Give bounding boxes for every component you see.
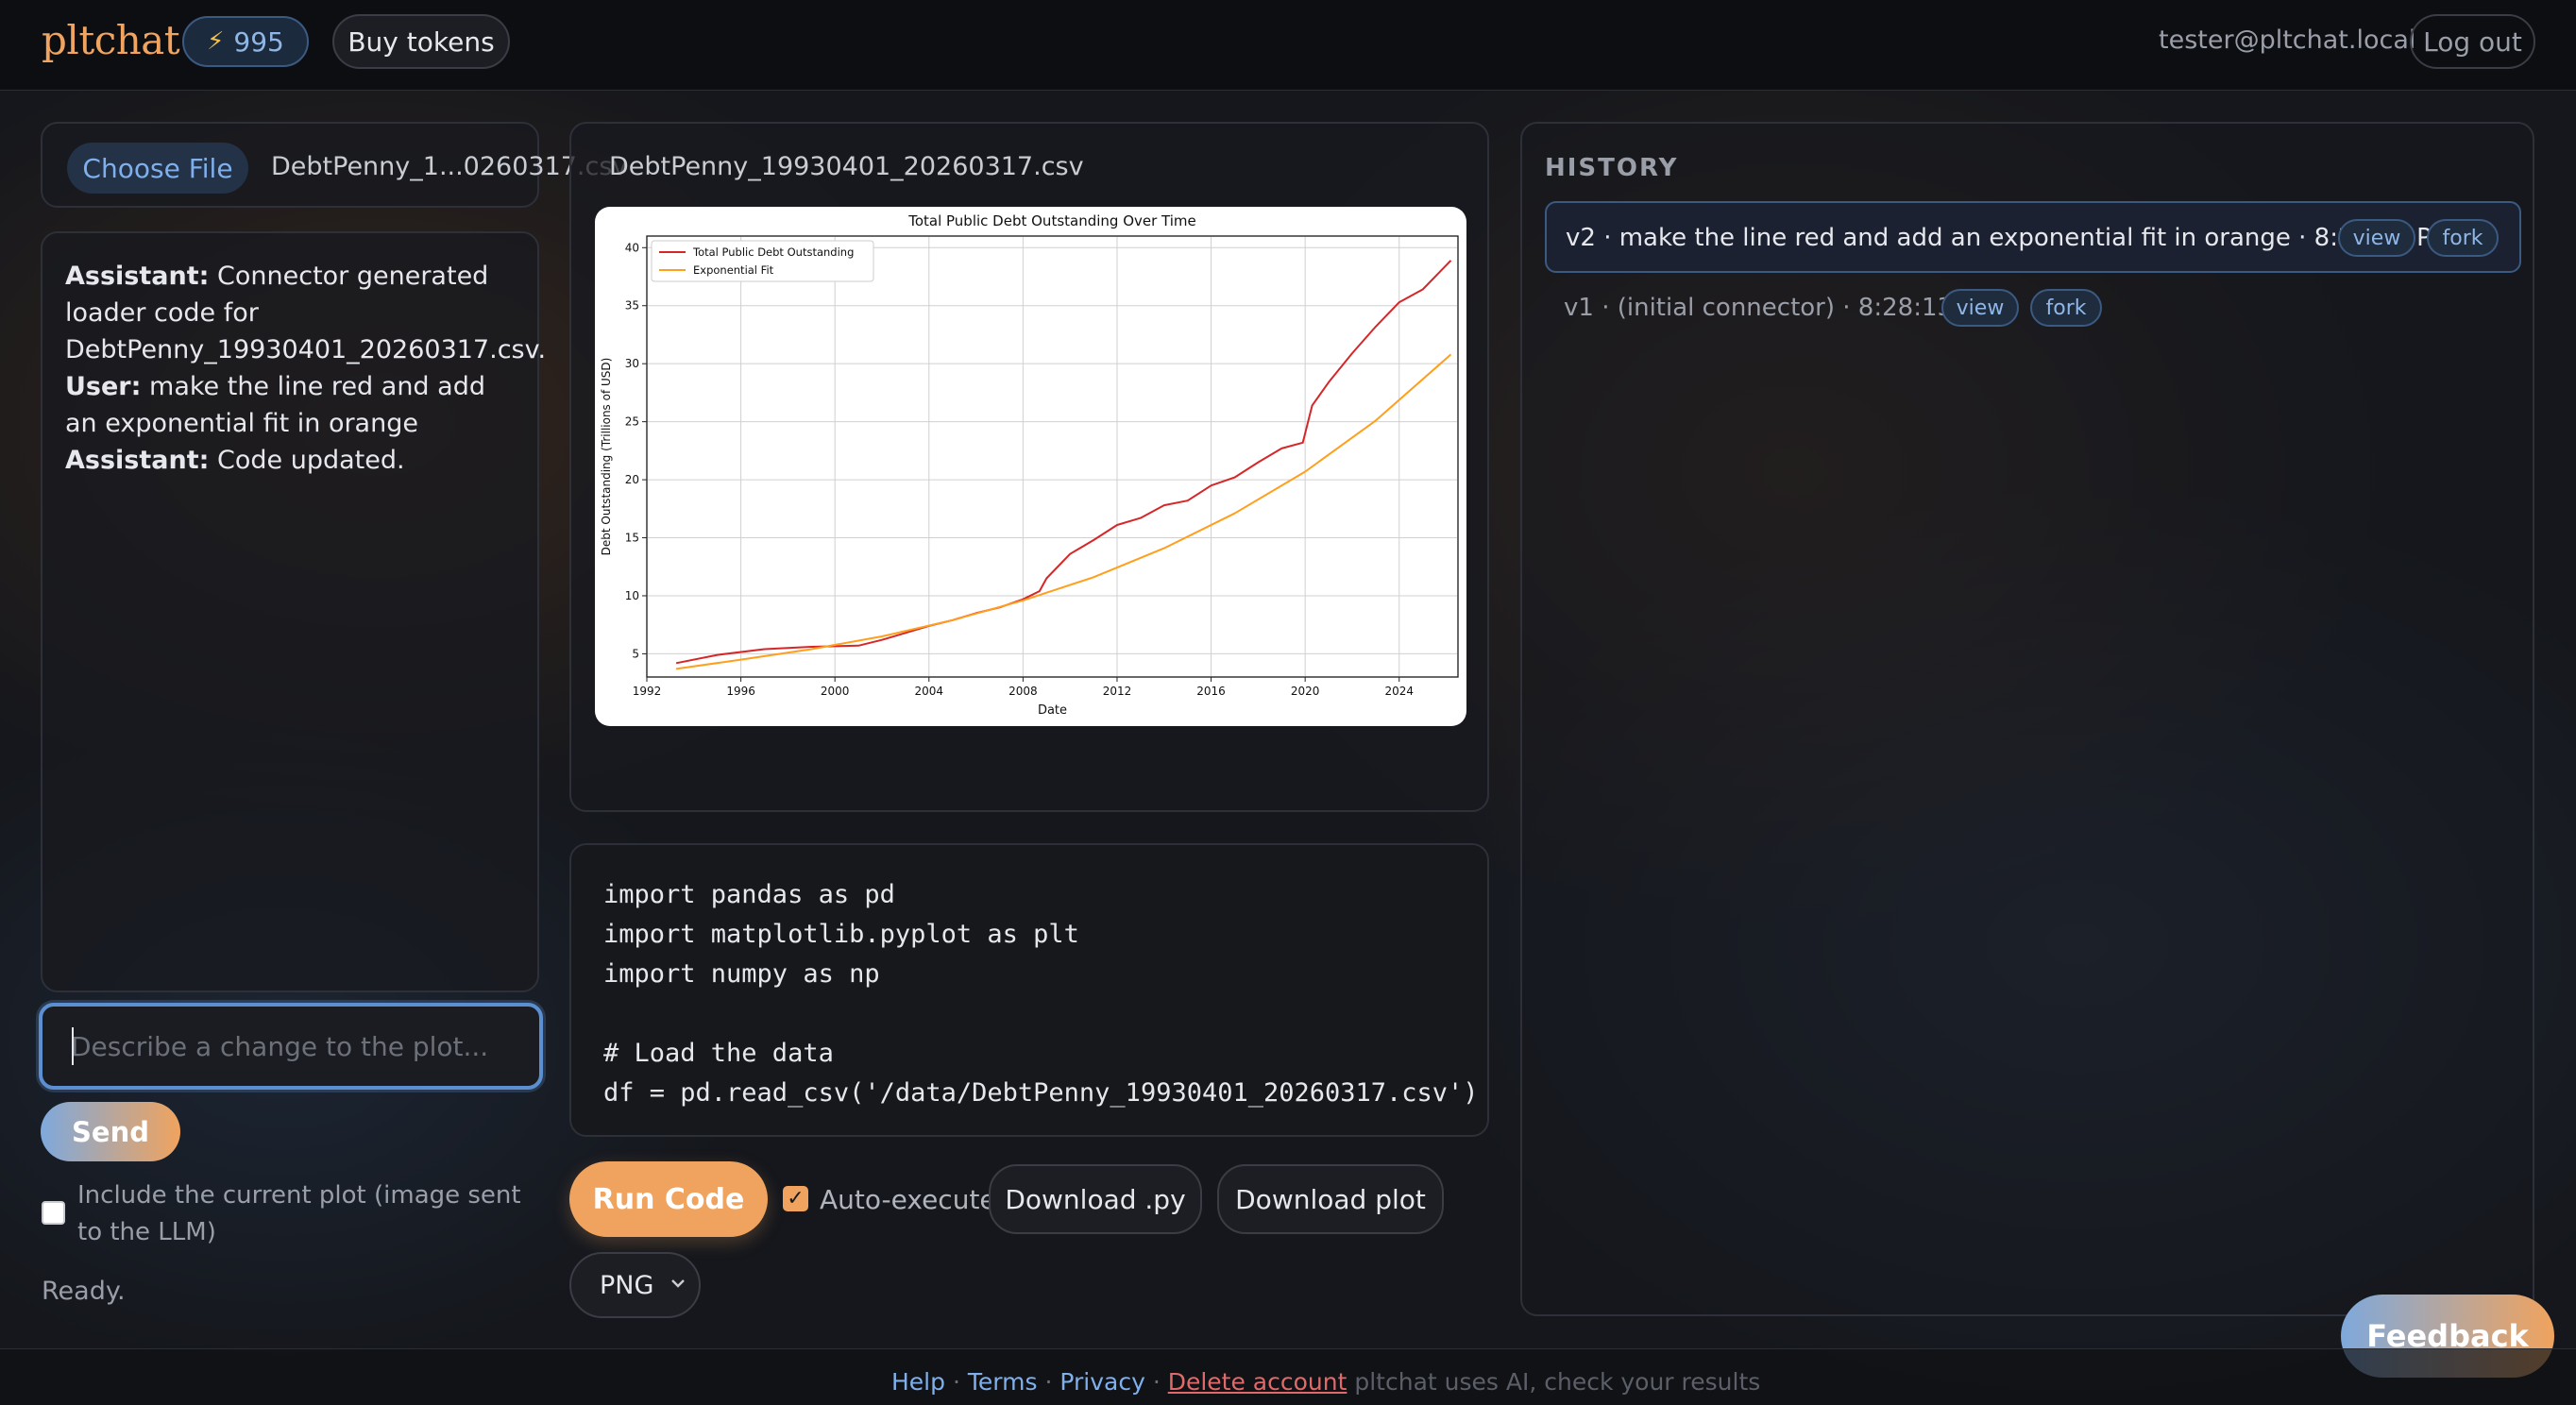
send-button[interactable]: Send: [41, 1102, 180, 1161]
include-plot-label: Include the current plot (image sent to …: [77, 1181, 521, 1246]
plot-panel: DebtPenny_19930401_20260317.csv 1992 1996…: [569, 122, 1489, 812]
history-panel: HISTORY v2 · make the line red and add a…: [1520, 122, 2534, 1316]
debt-chart: 1992 1996 2000 2004 2008 2012 2016 2020 2024 5 10 1…: [600, 212, 1459, 718]
top-bar: pltchat ⚡ 995 Buy tokens tester@pltchat.…: [0, 0, 2576, 91]
separator: ·: [1044, 1368, 1060, 1396]
y-tick-label: 25: [625, 415, 639, 429]
text-caret: [72, 1027, 74, 1065]
footer-links: Help · Terms · Privacy · Delete account …: [891, 1368, 1760, 1396]
buy-tokens-button[interactable]: Buy tokens: [332, 14, 510, 69]
x-tick-label: 1996: [726, 685, 755, 698]
checkmark-icon: ✓: [787, 1187, 805, 1210]
terms-link[interactable]: Terms: [968, 1368, 1038, 1396]
chat-message: Assistant: Code updated.: [65, 442, 518, 479]
view-button[interactable]: view: [2338, 219, 2415, 257]
y-tick-label: 40: [625, 241, 639, 254]
chat-role: Assistant:: [65, 262, 210, 291]
x-tick-label: 2012: [1103, 685, 1132, 698]
fork-button[interactable]: fork: [2030, 289, 2102, 327]
x-tick-label: 1992: [633, 685, 662, 698]
app-logo[interactable]: pltchat: [42, 17, 180, 63]
plot-image: 1992 1996 2000 2004 2008 2012 2016 2020 2024 5 10 1…: [595, 207, 1466, 726]
legend-label: Total Public Debt Outstanding: [692, 245, 854, 259]
separator: ·: [952, 1368, 968, 1396]
help-link[interactable]: Help: [891, 1368, 945, 1396]
download-py-button[interactable]: Download .py: [989, 1164, 1202, 1234]
token-balance: ⚡ 995: [182, 16, 309, 67]
x-axis-label: Date: [1038, 703, 1067, 718]
chat-role: User:: [65, 372, 142, 401]
token-count: 995: [233, 25, 284, 58]
history-item-label: v1 · (initial connector) · 8:28:13 PM: [1564, 294, 1997, 322]
x-tick-label: 2020: [1291, 685, 1320, 698]
chat-message: User: make the line red and add an expon…: [65, 368, 518, 442]
lightning-icon: ⚡: [207, 27, 225, 56]
privacy-link[interactable]: Privacy: [1059, 1368, 1145, 1396]
y-tick-label: 5: [632, 647, 639, 660]
x-tick-label: 2000: [821, 685, 850, 698]
history-title: HISTORY: [1545, 154, 1679, 182]
view-button[interactable]: view: [1941, 289, 2019, 327]
y-tick-label: 10: [625, 589, 639, 602]
y-tick-label: 20: [625, 473, 639, 486]
x-tick-label: 2008: [1008, 685, 1038, 698]
delete-account-link[interactable]: Delete account: [1168, 1368, 1347, 1396]
y-tick-label: 15: [625, 532, 639, 545]
ai-disclaimer: pltchat uses AI, check your results: [1354, 1368, 1761, 1396]
y-tick-label: 35: [625, 299, 639, 313]
chat-role: Assistant:: [65, 446, 210, 475]
x-tick-label: 2024: [1384, 685, 1414, 698]
run-code-button[interactable]: Run Code: [569, 1161, 768, 1237]
chevron-down-icon: [671, 1279, 685, 1288]
download-plot-button[interactable]: Download plot: [1217, 1164, 1444, 1234]
separator: ·: [1152, 1368, 1168, 1396]
auto-execute-label: Auto-execute: [820, 1184, 996, 1215]
format-value: PNG: [600, 1271, 654, 1300]
history-item[interactable]: v2 · make the line red and add an expone…: [1545, 201, 2521, 273]
history-item[interactable]: v1 · (initial connector) · 8:28:13 PM vi…: [1545, 273, 2521, 345]
prompt-input[interactable]: [39, 1003, 543, 1090]
include-plot-checkbox[interactable]: [42, 1201, 65, 1225]
x-tick-label: 2016: [1196, 685, 1226, 698]
legend-label: Exponential Fit: [693, 263, 774, 277]
footer: Help · Terms · Privacy · Delete account …: [0, 1348, 2576, 1405]
plot-file-name: DebtPenny_19930401_20260317.csv: [609, 152, 1084, 181]
format-select[interactable]: PNG: [569, 1252, 701, 1318]
chat-message: Assistant: Connector generated loader co…: [65, 258, 546, 368]
chat-text: Code updated.: [217, 446, 405, 475]
user-email: tester@pltchat.local: [2159, 25, 2416, 55]
chat-log-panel: Assistant: Connector generated loader co…: [41, 231, 546, 992]
y-axis-label: Debt Outstanding (Trillions of USD): [600, 358, 613, 556]
status-text: Ready.: [42, 1277, 126, 1306]
chat-log: Assistant: Connector generated loader co…: [65, 258, 546, 479]
auto-execute-checkbox[interactable]: ✓: [783, 1186, 808, 1211]
fork-button[interactable]: fork: [2427, 219, 2499, 257]
chart-title: Total Public Debt Outstanding Over Time: [907, 212, 1196, 229]
code-editor[interactable]: import pandas as pd import matplotlib.py…: [569, 843, 1489, 1137]
file-upload-row: Choose File DebtPenny_1...0260317.csv: [41, 122, 627, 208]
logout-button[interactable]: Log out: [2410, 14, 2535, 69]
history-item-label: v2 · make the line red and add an expone…: [1566, 224, 2453, 252]
y-tick-label: 30: [625, 357, 639, 370]
choose-file-button[interactable]: Choose File: [67, 143, 248, 194]
code-text[interactable]: import pandas as pd import matplotlib.py…: [603, 875, 1479, 1113]
x-tick-label: 2004: [915, 685, 944, 698]
plot-area: [646, 235, 1459, 678]
